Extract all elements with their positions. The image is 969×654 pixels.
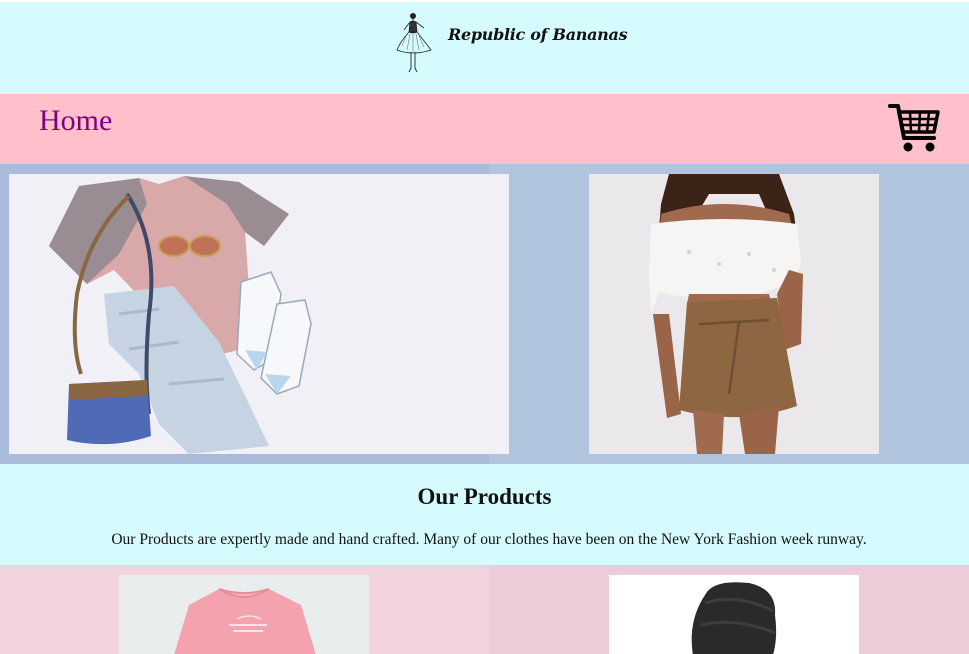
brand-name: Republic of Bananas xyxy=(448,25,628,44)
shopping-cart-icon[interactable] xyxy=(888,102,942,156)
pink-sweatshirt-photo[interactable] xyxy=(119,575,369,654)
hero-banner xyxy=(0,164,969,464)
products-section: Our Products Our Products are expertly m… xyxy=(0,464,969,565)
model-outfit-photo xyxy=(589,174,879,454)
fashion-sketch-icon xyxy=(396,13,432,73)
main-nav: Home xyxy=(0,94,969,164)
site-header: Republic of Bananas xyxy=(0,2,969,94)
product-grid xyxy=(0,565,969,654)
home-link[interactable]: Home xyxy=(39,104,112,138)
flat-lay-outfit-photo xyxy=(9,174,509,454)
brand-logo[interactable]: Republic of Bananas xyxy=(394,10,628,74)
black-beanie-photo[interactable] xyxy=(609,575,859,654)
products-heading: Our Products xyxy=(417,484,552,509)
products-description: Our Products are expertly made and hand … xyxy=(111,531,867,548)
